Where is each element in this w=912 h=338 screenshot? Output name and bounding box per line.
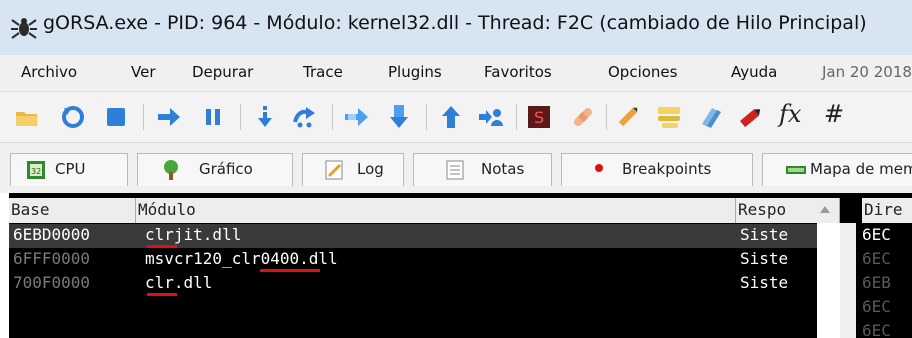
row-module: msvcr120_clr0400.dll	[145, 249, 338, 268]
toolbar-separator	[606, 104, 607, 130]
notes-icon	[446, 160, 464, 180]
column-header-modulo[interactable]: Módulo	[136, 198, 736, 223]
build-date: Jan 20 2018	[822, 63, 912, 81]
trace-over-icon[interactable]	[386, 104, 412, 130]
row-base: 6EBD0000	[13, 225, 91, 244]
menu-depurar[interactable]: Depurar	[192, 63, 253, 81]
comment-icon[interactable]	[615, 104, 641, 130]
address-cell: 6EC	[862, 249, 891, 268]
toolbar-separator	[143, 104, 144, 130]
menu-ver[interactable]: Ver	[131, 63, 156, 81]
patch-icon[interactable]	[570, 104, 596, 130]
table-row[interactable]: 6FFF0000 msvcr120_clr0400.dll Siste	[9, 248, 817, 272]
row-party: Siste	[740, 225, 789, 244]
breakpoint-dot-icon	[595, 164, 603, 172]
menu-plugins[interactable]: Plugins	[388, 63, 442, 81]
column-header-base[interactable]: Base	[9, 198, 136, 223]
row-party: Siste	[740, 273, 789, 292]
fx-icon[interactable]: fx	[779, 100, 801, 128]
menu-trace[interactable]: Trace	[303, 63, 343, 81]
bug-app-icon	[11, 18, 37, 39]
row-module: clrjit.dll	[145, 225, 242, 244]
address-cell: 6EC	[862, 225, 891, 244]
trace-into-icon[interactable]	[344, 104, 370, 130]
pane-splitter[interactable]	[840, 223, 856, 338]
stop-icon[interactable]	[103, 104, 129, 130]
toolbar-separator	[426, 104, 427, 130]
open-folder-icon[interactable]	[14, 104, 40, 130]
vertical-scrollbar[interactable]	[817, 223, 840, 338]
tab-mapa-de-memoria-label: Mapa de memoria	[810, 160, 912, 178]
run-icon[interactable]	[156, 104, 182, 130]
tab-breakpoints-label: Breakpoints	[622, 160, 712, 178]
pause-icon[interactable]	[200, 104, 226, 130]
step-over-icon[interactable]	[292, 104, 318, 130]
tab-breakpoints[interactable]: Breakpoints	[561, 153, 753, 186]
row-base: 6FFF0000	[13, 249, 91, 268]
memory-map-icon	[786, 166, 806, 174]
sort-ascending-icon	[820, 206, 830, 213]
run-to-user-code-icon[interactable]	[478, 104, 504, 130]
column-header-respo-label: Respo	[738, 200, 787, 219]
annotation-underline	[147, 293, 177, 296]
function-icon[interactable]	[738, 104, 764, 130]
tab-grafico[interactable]: Gráfico	[137, 153, 293, 186]
address-pane: 6EC 6EC 6EB 6EC 6EC	[856, 223, 912, 338]
address-cell: 6EB	[862, 273, 891, 292]
column-header-dire[interactable]: Dire	[862, 198, 912, 223]
tab-log[interactable]: Log	[302, 153, 404, 186]
step-into-icon[interactable]	[252, 104, 278, 130]
restart-icon[interactable]	[60, 104, 86, 130]
row-base: 700F0000	[13, 273, 91, 292]
window-title: gORSA.exe - PID: 964 - Módulo: kernel32.…	[43, 12, 867, 34]
row-party: Siste	[740, 249, 789, 268]
table-row[interactable]: 6EBD0000 clrjit.dll Siste	[9, 224, 817, 248]
title-bar: gORSA.exe - PID: 964 - Módulo: kernel32.…	[0, 0, 912, 55]
tab-log-label: Log	[357, 160, 384, 178]
address-cell: 6EC	[862, 297, 891, 316]
column-header-respo[interactable]: Respo	[736, 198, 840, 223]
label-icon[interactable]	[656, 104, 682, 130]
menu-ayuda[interactable]: Ayuda	[731, 63, 777, 81]
menu-favoritos[interactable]: Favoritos	[484, 63, 552, 81]
menu-bar: Archivo Ver Depurar Trace Plugins Favori…	[0, 55, 912, 92]
menu-archivo[interactable]: Archivo	[21, 63, 77, 81]
log-icon	[325, 160, 343, 180]
toolbar-separator	[332, 104, 333, 130]
hash-icon[interactable]: #	[824, 100, 844, 128]
annotation-underline	[147, 245, 177, 248]
bookmark-icon[interactable]	[698, 104, 724, 130]
graph-icon	[164, 160, 178, 180]
tab-cpu-label: CPU	[55, 160, 86, 178]
tab-grafico-label: Gráfico	[199, 160, 253, 178]
toolbar-separator	[516, 104, 517, 130]
menu-opciones[interactable]: Opciones	[608, 63, 677, 81]
tab-notas[interactable]: Notas	[413, 153, 552, 186]
address-cell: 6EC	[862, 321, 891, 338]
table-row[interactable]: 700F0000 clr.dll Siste	[9, 272, 817, 296]
row-module: clr.dll	[145, 273, 213, 292]
toolbar: S fx #	[0, 92, 912, 143]
scylla-icon[interactable]: S	[526, 104, 552, 130]
cpu-icon: 32	[27, 161, 45, 179]
tab-mapa-de-memoria[interactable]: Mapa de memoria	[762, 153, 912, 186]
tab-cpu[interactable]: 32 CPU	[10, 153, 128, 186]
svg-text:32: 32	[31, 167, 41, 176]
tab-notas-label: Notas	[481, 160, 525, 178]
execute-till-return-icon[interactable]	[438, 104, 464, 130]
tab-bar: 32 CPU Gráfico Log Notas Breakpoints Map…	[0, 143, 912, 193]
toolbar-separator	[240, 104, 241, 130]
svg-text:S: S	[534, 108, 544, 127]
annotation-underline	[260, 269, 320, 272]
modules-table: Base Módulo Respo Dire 6EBD0000 clrjit.d…	[9, 193, 912, 338]
